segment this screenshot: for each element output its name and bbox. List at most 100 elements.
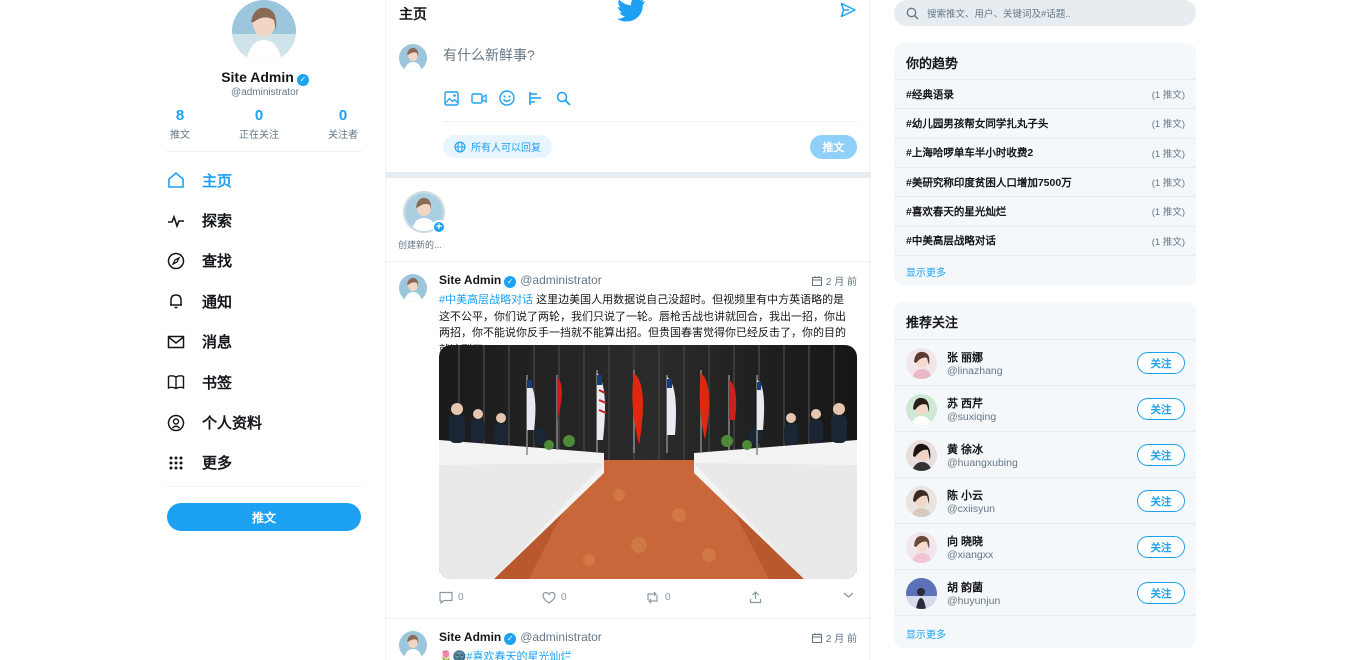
tweet-image[interactable] <box>439 345 857 579</box>
plus-icon[interactable]: + <box>432 220 446 234</box>
divider <box>894 254 1196 256</box>
home-icon <box>166 170 186 190</box>
compose-tweet-button[interactable]: 推文 <box>810 135 857 159</box>
who-to-follow-panel: 推荐关注 张 丽娜 @linazhang 关注 苏 西芹 @suxiqing 关… <box>894 302 1196 648</box>
follow-button[interactable]: 关注 <box>1137 490 1185 512</box>
chevron-down-icon <box>843 592 854 598</box>
tweet-menu-button[interactable] <box>843 591 859 599</box>
follow-show-more-link[interactable]: 显示更多 <box>906 626 946 641</box>
image-icon[interactable] <box>443 90 459 106</box>
follow-button[interactable]: 关注 <box>1137 352 1185 374</box>
video-icon[interactable] <box>471 90 487 106</box>
trend-item[interactable]: #经典语录 (1 推文) <box>894 79 1196 108</box>
nav-item-home[interactable]: 主页 <box>166 160 366 200</box>
emoji-icon: 🌷🌚 <box>439 651 467 660</box>
send-icon[interactable] <box>840 2 856 21</box>
follow-button[interactable]: 关注 <box>1137 536 1185 558</box>
divider <box>166 151 362 152</box>
nav-item-messages[interactable]: 消息 <box>166 322 366 362</box>
avatar[interactable] <box>906 532 937 563</box>
hashtag-link[interactable]: #喜欢春天的星光灿烂 <box>466 651 571 660</box>
tweet[interactable]: Site Admin ✓ @administrator 2 月 前 #中美高层战略对… <box>386 262 871 618</box>
tweet-time: 2 月 前 <box>811 273 857 288</box>
follow-item[interactable]: 苏 西芹 @suxiqing 关注 <box>894 385 1196 431</box>
follow-button[interactable]: 关注 <box>1137 398 1185 420</box>
emoji-icon[interactable] <box>499 90 515 106</box>
main-nav: 主页 探索 查找 通知 消息 书签 个人资料 更多 <box>166 160 366 483</box>
avatar[interactable] <box>906 486 937 517</box>
grid-icon <box>166 453 186 473</box>
share-icon <box>749 591 762 604</box>
profile-name: Site Admin ✓ <box>160 69 370 86</box>
nav-item-find[interactable]: 查找 <box>166 241 366 281</box>
follow-title: 推荐关注 <box>906 315 959 330</box>
avatar[interactable] <box>906 578 937 609</box>
calendar-icon <box>811 275 822 286</box>
profile-handle: @administrator <box>231 87 299 98</box>
retweet-icon <box>647 591 658 604</box>
trend-item[interactable]: #喜欢春天的星光灿烂 (1 推文) <box>894 196 1196 225</box>
create-story-label: 创建新的... <box>398 240 442 250</box>
nav-item-more[interactable]: 更多 <box>166 443 366 483</box>
divider <box>443 121 858 122</box>
nav-item-profile[interactable]: 个人资料 <box>166 402 366 442</box>
tweet-time: 2 月 前 <box>811 630 857 645</box>
follow-button[interactable]: 关注 <box>1137 582 1185 604</box>
hashtag-link[interactable]: #中美高层战略对话 <box>439 294 533 306</box>
follow-item[interactable]: 向 晓晓 @xiangxx 关注 <box>894 523 1196 569</box>
trend-item[interactable]: #幼儿园男孩帮女同学扎丸子头 (1 推文) <box>894 108 1196 137</box>
avatar[interactable] <box>906 440 937 471</box>
nav-item-notifications[interactable]: 通知 <box>166 281 366 321</box>
timeline: 主页 有什么新鲜事? 所有人可以回复 推文 + 创建新的... Site Adm… <box>385 0 871 660</box>
retweet-button[interactable]: 0 <box>645 591 671 604</box>
right-sidebar: 搜索推文、用户、关键词及#话题.. 你的趋势 #经典语录 (1 推文) #幼儿园男… <box>893 0 1197 660</box>
page-title: 主页 <box>399 6 427 22</box>
avatar[interactable] <box>399 631 427 659</box>
profile-avatar[interactable] <box>232 0 296 62</box>
compass-icon <box>166 251 186 271</box>
tweet-text: 🌷🌚#喜欢春天的星光灿烂 <box>439 649 854 660</box>
avatar[interactable] <box>399 44 427 72</box>
follow-item[interactable]: 黄 徐冰 @huangxubing 关注 <box>894 431 1196 477</box>
follow-item[interactable]: 陈 小云 @cxiisyun 关注 <box>894 477 1196 523</box>
follow-item[interactable]: 胡 韵菌 @huyunjun 关注 <box>894 569 1196 615</box>
nav-item-explore[interactable]: 探索 <box>166 200 366 240</box>
twitter-bird-icon[interactable] <box>616 0 646 25</box>
follow-item[interactable]: 张 丽娜 @linazhang 关注 <box>894 339 1196 385</box>
nav-item-bookmarks[interactable]: 书签 <box>166 362 366 402</box>
profile-stats: 8 推文 0 正在关注 0 关注者 <box>160 107 370 143</box>
tweet-author[interactable]: Site Admin ✓ @administrator <box>439 630 602 645</box>
trend-item[interactable]: #美研究称印度贫困人口增加7500万 (1 推文) <box>894 166 1196 196</box>
tweet-button[interactable]: 推文 <box>167 503 361 531</box>
stories-bar: + 创建新的... <box>386 178 871 262</box>
trend-item[interactable]: #中美高层战略对话 (1 推文) <box>894 225 1196 255</box>
avatar[interactable] <box>906 348 937 379</box>
compose-toolbar <box>443 90 583 106</box>
trend-item[interactable]: #上海哈啰单车半小时收费2 (1 推文) <box>894 137 1196 167</box>
stat-tweets[interactable]: 8 推文 <box>155 107 205 141</box>
pulse-icon <box>166 211 186 231</box>
share-button[interactable] <box>749 591 767 604</box>
bell-icon <box>166 291 186 311</box>
avatar[interactable] <box>399 274 427 302</box>
divider <box>894 615 1196 616</box>
comment-button[interactable]: 0 <box>439 591 464 604</box>
stat-following[interactable]: 0 正在关注 <box>234 107 284 141</box>
search-icon[interactable] <box>555 90 571 106</box>
user-circle-icon <box>166 413 186 433</box>
book-icon <box>166 372 186 392</box>
follow-button[interactable]: 关注 <box>1137 444 1185 466</box>
trends-title: 你的趋势 <box>906 56 959 71</box>
trends-show-more-link[interactable]: 显示更多 <box>906 264 946 279</box>
compose-input[interactable]: 有什么新鲜事? <box>443 45 535 65</box>
stat-followers[interactable]: 0 关注者 <box>318 107 368 141</box>
tweet[interactable]: Site Admin ✓ @administrator 2 月 前 🌷🌚#喜欢春天的… <box>386 619 871 660</box>
tweet-author[interactable]: Site Admin ✓ @administrator <box>439 273 602 288</box>
search-input[interactable]: 搜索推文、用户、关键词及#话题.. <box>894 0 1196 26</box>
heart-icon <box>542 591 556 604</box>
poll-icon[interactable] <box>527 90 543 106</box>
avatar[interactable] <box>906 394 937 425</box>
timeline-header: 主页 <box>386 0 871 26</box>
reply-setting-button[interactable]: 所有人可以回复 <box>443 135 552 158</box>
like-button[interactable]: 0 <box>542 591 567 604</box>
